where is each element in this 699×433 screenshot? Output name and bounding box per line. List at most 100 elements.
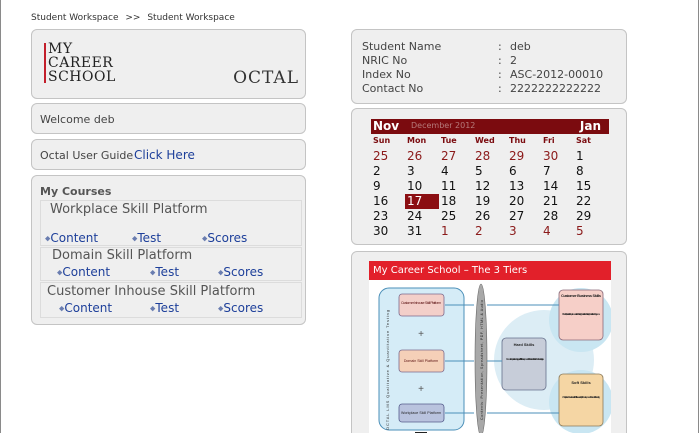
calendar-day[interactable]: 30: [541, 149, 575, 164]
day-of-week-header: Tue: [441, 136, 457, 145]
calendar-day[interactable]: 24: [405, 209, 439, 224]
user-guide-label: Octal User Guide: [40, 149, 134, 162]
calendar-day[interactable]: 20: [507, 194, 541, 209]
course-content-link[interactable]: ◆Content: [45, 231, 98, 245]
calendar-day[interactable]: 13: [507, 179, 541, 194]
logo-line-2: CAREER: [48, 55, 114, 71]
calendar-day[interactable]: 3: [405, 164, 439, 179]
calendar-day[interactable]: 30: [371, 224, 405, 239]
day-of-week-header: Sun: [373, 136, 391, 145]
calendar-day[interactable]: 15: [574, 179, 608, 194]
day-of-week-header: Mon: [407, 136, 427, 145]
calendar-day[interactable]: 12: [473, 179, 507, 194]
info-value: 2: [510, 54, 517, 67]
course-test-link[interactable]: ◆Test: [150, 301, 179, 315]
calendar-day[interactable]: 7: [541, 164, 575, 179]
calendar-day[interactable]: 25: [371, 149, 405, 164]
customer-skills-items: Product, Service Info Implementation Pra…: [562, 312, 600, 316]
info-label: Index No: [362, 68, 411, 81]
user-guide-link[interactable]: Click Here: [134, 148, 195, 162]
plus-icon: +: [418, 329, 424, 340]
calendar-day[interactable]: 25: [439, 209, 473, 224]
soft-skills-items: Workplace Readiness Life Skills Leadersh…: [562, 395, 600, 399]
calendar-day[interactable]: 21: [541, 194, 575, 209]
calendar-day[interactable]: 6: [507, 164, 541, 179]
info-label: Contact No: [362, 82, 424, 95]
calendar-day[interactable]: 10: [405, 179, 439, 194]
day-of-week-header: Wed: [475, 136, 495, 145]
vertical-label: Contents: Presentation, Spreadsheet, PDF…: [480, 300, 484, 420]
calendar-day[interactable]: 22: [574, 194, 608, 209]
calendar-day[interactable]: 26: [405, 149, 439, 164]
course-test-link[interactable]: ◆Test: [150, 265, 179, 279]
course-content-link[interactable]: ◆Content: [57, 265, 110, 279]
logo-line-3: SCHOOL: [48, 69, 116, 85]
calendar-header: Nov December 2012 Jan: [371, 119, 609, 134]
calendar-day[interactable]: 1: [574, 149, 608, 164]
info-value: ASC-2012-00010: [510, 68, 604, 81]
tiers-panel: My Career School – The 3 Tiers OCTAL LMS…: [351, 251, 627, 433]
calendar-day[interactable]: 27: [439, 149, 473, 164]
calendar-day[interactable]: 4: [439, 164, 473, 179]
calendar-day[interactable]: 4: [541, 224, 575, 239]
course-item: Customer Inhouse Skill Platform ◆Content…: [40, 282, 302, 318]
tiers-title: My Career School – The 3 Tiers: [369, 261, 611, 280]
calendar-day[interactable]: 3: [507, 224, 541, 239]
vertical-label: OCTAL LMS Qualitative & Quantitative Tes…: [385, 310, 390, 430]
course-item: Workplace Skill Platform ◆Content ◆Test …: [40, 200, 302, 246]
course-name: Domain Skill Platform: [52, 248, 193, 263]
day-of-week-header: Fri: [543, 136, 555, 145]
calendar-day[interactable]: 27: [507, 209, 541, 224]
current-month-title: December 2012: [411, 121, 476, 130]
course-content-link[interactable]: ◆Content: [59, 301, 112, 315]
page-frame: Student Workspace >> Student Workspace M…: [0, 0, 699, 433]
calendar-day-today[interactable]: 17: [405, 194, 439, 209]
logo-line-1: MY: [48, 41, 73, 57]
course-scores-link[interactable]: ◆Scores: [218, 265, 263, 279]
prev-month-button[interactable]: Nov: [373, 119, 399, 133]
course-name: Workplace Skill Platform: [50, 202, 208, 217]
course-test-link[interactable]: ◆Test: [132, 231, 161, 245]
tiers-diagram: OCTAL LMS Qualitative & Quantitative Tes…: [378, 283, 611, 433]
info-value: deb: [510, 40, 531, 53]
calendar-day[interactable]: 29: [507, 149, 541, 164]
welcome-text: Welcome deb: [40, 113, 115, 126]
calendar-day[interactable]: 11: [439, 179, 473, 194]
breadcrumb-separator: >>: [125, 13, 141, 23]
calendar-day[interactable]: 28: [473, 149, 507, 164]
course-scores-link[interactable]: ◆Scores: [218, 301, 263, 315]
logo-panel: MY CAREER SCHOOL OCTAL: [31, 29, 306, 99]
box-label: Workplace Skill Platform: [401, 411, 441, 415]
day-of-week-header: Sat: [576, 136, 591, 145]
logo: MY CAREER SCHOOL: [48, 42, 116, 84]
calendar-day[interactable]: 14: [541, 179, 575, 194]
box-label: Domain Skill Platform: [404, 359, 438, 363]
day-of-week-header: Thu: [509, 136, 526, 145]
soft-skills-title: Soft Skills: [571, 380, 591, 385]
customer-inhouse-box: [398, 293, 445, 317]
breadcrumb: Student Workspace >> Student Workspace: [31, 13, 235, 23]
calendar-day[interactable]: 8: [574, 164, 608, 179]
calendar-day[interactable]: 1: [439, 224, 473, 239]
calendar-day[interactable]: 16: [371, 194, 405, 209]
calendar-day[interactable]: 23: [371, 209, 405, 224]
customer-skills-title: Customer Business Skills: [561, 294, 601, 298]
calendar-day[interactable]: 9: [371, 179, 405, 194]
calendar-day[interactable]: 2: [371, 164, 405, 179]
calendar-day[interactable]: 26: [473, 209, 507, 224]
hard-skills-items: Domain Expertise Industry specific Skill…: [506, 357, 545, 361]
breadcrumb-item[interactable]: Student Workspace: [31, 13, 118, 23]
calendar-day[interactable]: 19: [473, 194, 507, 209]
box-label: Customer Inhouse Skill Platform: [401, 301, 441, 305]
calendar-day[interactable]: 28: [541, 209, 575, 224]
calendar-day[interactable]: 31: [405, 224, 439, 239]
calendar-day[interactable]: 2: [473, 224, 507, 239]
info-label: Student Name: [362, 40, 442, 53]
calendar-day[interactable]: 5: [473, 164, 507, 179]
my-courses-title: My Courses: [40, 185, 112, 198]
calendar-day[interactable]: 29: [574, 209, 608, 224]
next-month-button[interactable]: Jan: [580, 119, 601, 133]
course-scores-link[interactable]: ◆Scores: [202, 231, 247, 245]
calendar-day[interactable]: 18: [439, 194, 473, 209]
calendar-day[interactable]: 5: [574, 224, 608, 239]
